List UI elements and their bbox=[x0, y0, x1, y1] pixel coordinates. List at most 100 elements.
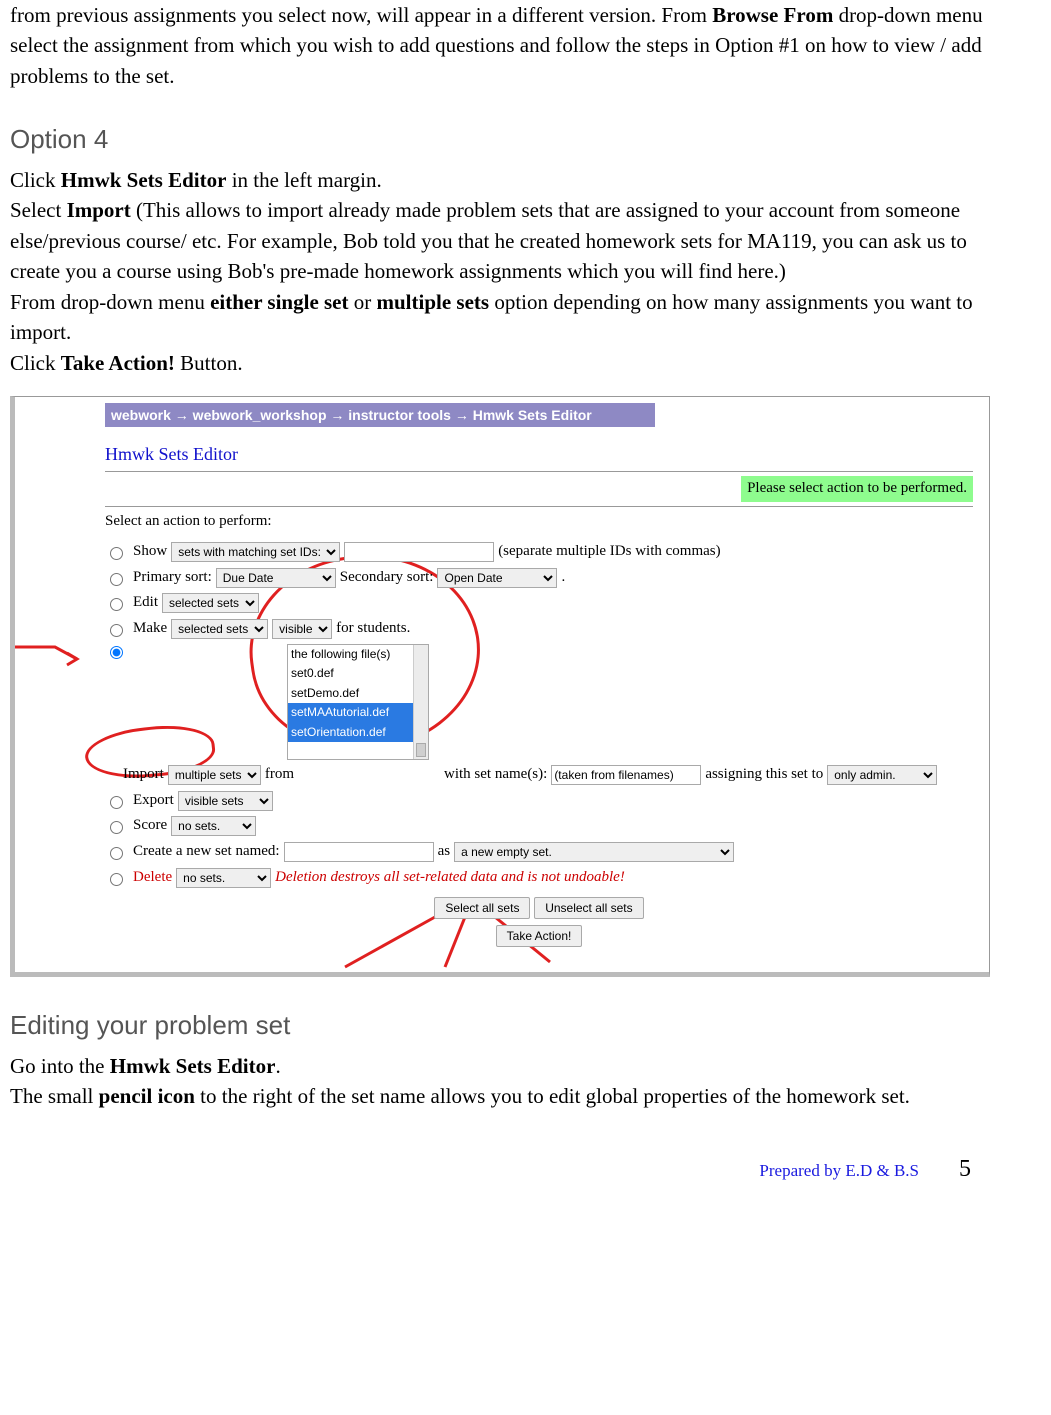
select-all-sets-button[interactable]: Select all sets bbox=[434, 897, 530, 919]
radio-show[interactable] bbox=[110, 547, 123, 560]
label-with-set-names: with set name(s): bbox=[444, 764, 547, 786]
label-delete: Delete bbox=[133, 867, 172, 889]
radio-import[interactable] bbox=[110, 646, 123, 659]
text: . bbox=[275, 1054, 280, 1078]
bold-hmwk-sets-editor: Hmwk Sets Editor bbox=[110, 1054, 276, 1078]
page-footer: Prepared by E.D & B.S 5 bbox=[10, 1122, 991, 1187]
label-from: from bbox=[265, 764, 294, 786]
label-secondary-sort: Secondary sort: bbox=[340, 567, 434, 589]
input-set-names[interactable] bbox=[551, 765, 701, 785]
radio-edit[interactable] bbox=[110, 598, 123, 611]
page-number: 5 bbox=[959, 1152, 971, 1187]
bold-browse-from: Browse From bbox=[712, 3, 833, 27]
note-show: (separate multiple IDs with commas) bbox=[498, 541, 720, 563]
label-make: Make bbox=[133, 618, 167, 640]
option4-body: Click Hmwk Sets Editor in the left margi… bbox=[10, 165, 991, 378]
label-import: Import bbox=[123, 764, 164, 786]
radio-export[interactable] bbox=[110, 796, 123, 809]
text: Button. bbox=[175, 351, 243, 375]
input-show-ids[interactable] bbox=[344, 542, 494, 562]
select-make-which[interactable]: selected sets bbox=[171, 619, 268, 639]
row-score: Score no sets. bbox=[105, 815, 973, 837]
bold-multiple-sets: multiple sets bbox=[377, 290, 490, 314]
row-create: Create a new set named: as a new empty s… bbox=[105, 841, 973, 863]
select-delete[interactable]: no sets. bbox=[176, 868, 271, 888]
row-sort: Primary sort: Due Date Secondary sort: O… bbox=[105, 567, 973, 589]
label-primary-sort: Primary sort: bbox=[133, 567, 212, 589]
editing-heading: Editing your problem set bbox=[10, 1007, 991, 1045]
option4-heading: Option 4 bbox=[10, 121, 991, 159]
divider bbox=[105, 471, 973, 472]
radio-make[interactable] bbox=[110, 624, 123, 637]
divider bbox=[105, 506, 973, 507]
row-delete: Delete no sets. Deletion destroys all se… bbox=[105, 867, 973, 889]
input-new-set-name[interactable] bbox=[284, 842, 434, 862]
file-option[interactable]: the following file(s) bbox=[288, 645, 428, 664]
text: The small bbox=[10, 1084, 99, 1108]
label-score: Score bbox=[133, 815, 167, 837]
bold-pencil-icon: pencil icon bbox=[99, 1084, 195, 1108]
screenshot-frame: webwork → webwork_workshop → instructor … bbox=[10, 396, 990, 977]
select-make-visibility[interactable]: visible bbox=[272, 619, 332, 639]
radio-delete[interactable] bbox=[110, 873, 123, 886]
period: . bbox=[561, 567, 565, 589]
text: in the left margin. bbox=[226, 168, 381, 192]
text: to the right of the set name allows you … bbox=[195, 1084, 910, 1108]
select-import-mode[interactable]: multiple sets bbox=[168, 765, 261, 785]
select-show-filter[interactable]: sets with matching set IDs: bbox=[171, 542, 340, 562]
breadcrumb-bar: webwork → webwork_workshop → instructor … bbox=[105, 403, 655, 427]
select-score[interactable]: no sets. bbox=[171, 816, 256, 836]
text: Select bbox=[10, 198, 67, 222]
row-export: Export visible sets bbox=[105, 790, 973, 812]
select-primary-sort[interactable]: Due Date bbox=[216, 568, 336, 588]
text: From drop-down menu bbox=[10, 290, 210, 314]
action-lead: Select an action to perform: bbox=[105, 511, 973, 533]
select-edit[interactable]: selected sets bbox=[162, 593, 259, 613]
bold-take-action: Take Action! bbox=[61, 351, 175, 375]
file-option[interactable]: setDemo.def bbox=[288, 684, 428, 703]
select-assign-to[interactable]: only admin. bbox=[827, 765, 937, 785]
select-export[interactable]: visible sets bbox=[178, 791, 273, 811]
label-edit: Edit bbox=[133, 592, 158, 614]
text: Click bbox=[10, 351, 61, 375]
label-create: Create a new set named: bbox=[133, 841, 280, 863]
label-assigning: assigning this set to bbox=[705, 764, 823, 786]
text: Go into the bbox=[10, 1054, 110, 1078]
button-row: Select all sets Unselect all sets Take A… bbox=[105, 897, 973, 949]
file-option[interactable]: set0.def bbox=[288, 664, 428, 683]
prepared-by: Prepared by E.D & B.S bbox=[759, 1159, 919, 1184]
text: (This allows to import already made prob… bbox=[10, 198, 967, 283]
radio-create[interactable] bbox=[110, 847, 123, 860]
select-secondary-sort[interactable]: Open Date bbox=[437, 568, 557, 588]
bold-hmwk-sets-editor: Hmwk Sets Editor bbox=[61, 168, 227, 192]
row-make: Make selected sets visible for students. bbox=[105, 618, 973, 640]
editing-body: Go into the Hmwk Sets Editor. The small … bbox=[10, 1051, 991, 1112]
delete-warning: Deletion destroys all set-related data a… bbox=[275, 867, 625, 889]
label-as: as bbox=[438, 841, 451, 863]
row-import-files: the following file(s) set0.def setDemo.d… bbox=[105, 644, 973, 760]
take-action-button[interactable]: Take Action! bbox=[496, 925, 583, 947]
label-show: Show bbox=[133, 541, 167, 563]
page-title-link[interactable]: Hmwk Sets Editor bbox=[105, 441, 973, 467]
label-export: Export bbox=[133, 790, 174, 812]
radio-sort[interactable] bbox=[110, 573, 123, 586]
status-message: Please select action to be performed. bbox=[741, 476, 973, 502]
scrollbar[interactable] bbox=[413, 645, 428, 759]
row-import-config: Import multiple sets from with set name(… bbox=[105, 764, 973, 786]
text: from previous assignments you select now… bbox=[10, 3, 712, 27]
text: or bbox=[349, 290, 377, 314]
file-option-selected[interactable]: setOrientation.def bbox=[288, 723, 428, 742]
text: Click bbox=[10, 168, 61, 192]
radio-score[interactable] bbox=[110, 821, 123, 834]
file-option-selected[interactable]: setMAAtutorial.def bbox=[288, 703, 428, 722]
intro-paragraph: from previous assignments you select now… bbox=[10, 0, 991, 91]
bold-import: Import bbox=[67, 198, 131, 222]
tail-make: for students. bbox=[336, 618, 410, 640]
unselect-all-sets-button[interactable]: Unselect all sets bbox=[534, 897, 643, 919]
scrollbar-thumb[interactable] bbox=[416, 743, 426, 757]
bold-single-set: either single set bbox=[210, 290, 348, 314]
listbox-import-files[interactable]: the following file(s) set0.def setDemo.d… bbox=[287, 644, 429, 760]
row-edit: Edit selected sets bbox=[105, 592, 973, 614]
select-create-type[interactable]: a new empty set. bbox=[454, 842, 734, 862]
row-show: Show sets with matching set IDs: (separa… bbox=[105, 541, 973, 563]
